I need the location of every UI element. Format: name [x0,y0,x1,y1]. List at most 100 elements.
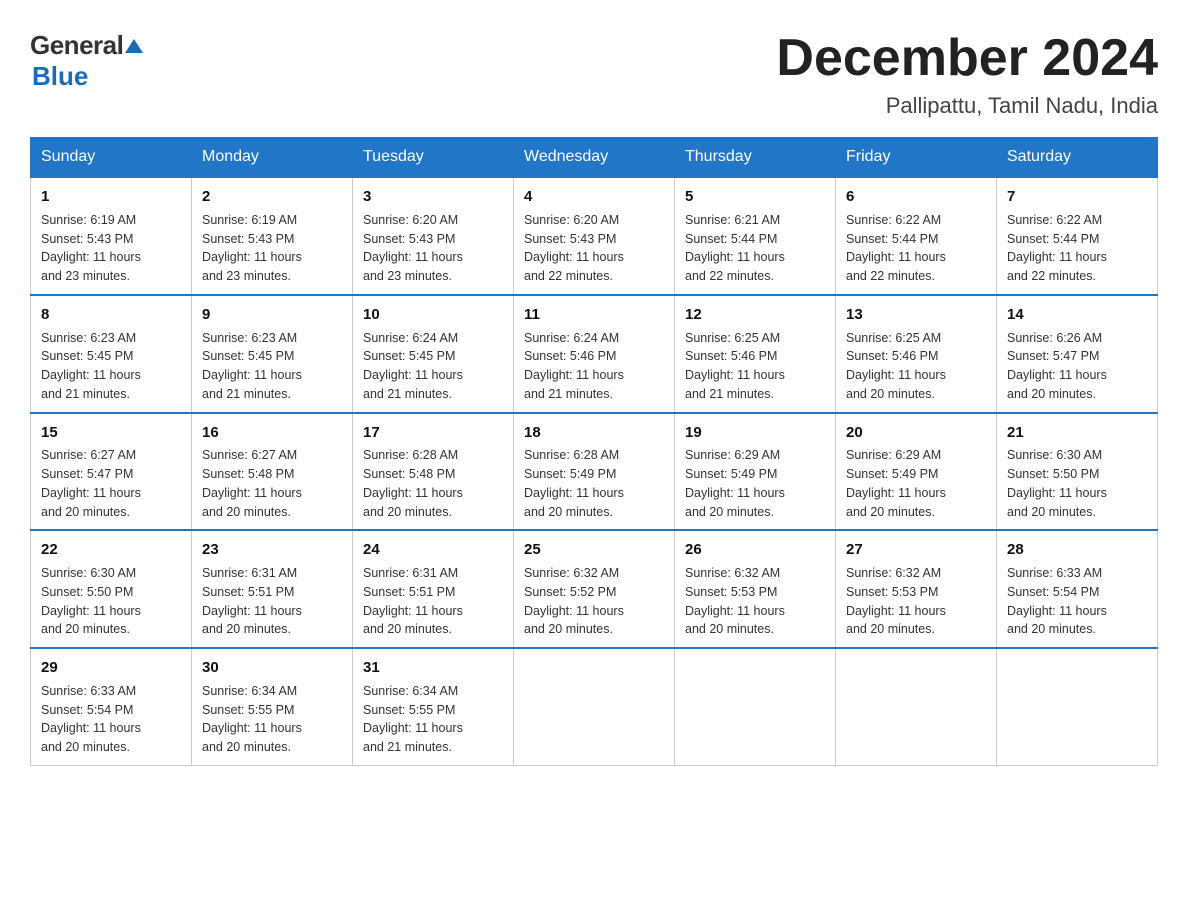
weekday-header-sunday: Sunday [31,138,192,178]
calendar-day-cell: 16Sunrise: 6:27 AMSunset: 5:48 PMDayligh… [192,413,353,531]
day-info: Sunrise: 6:25 AMSunset: 5:46 PMDaylight:… [846,329,986,404]
calendar-day-cell: 24Sunrise: 6:31 AMSunset: 5:51 PMDayligh… [353,530,514,648]
day-info: Sunrise: 6:28 AMSunset: 5:48 PMDaylight:… [363,446,503,521]
calendar-day-cell [514,648,675,765]
weekday-header-saturday: Saturday [997,138,1158,178]
weekday-header-monday: Monday [192,138,353,178]
day-info: Sunrise: 6:30 AMSunset: 5:50 PMDaylight:… [41,564,181,639]
day-number: 27 [846,539,986,561]
calendar-day-cell: 2 Sunrise: 6:19 AMSunset: 5:43 PMDaylight… [192,177,353,295]
calendar-week-row: 15Sunrise: 6:27 AMSunset: 5:47 PMDayligh… [31,413,1158,531]
day-number: 5 [685,186,825,208]
day-info: Sunrise: 6:23 AMSunset: 5:45 PMDaylight:… [202,329,342,404]
day-number: 2 [202,186,342,208]
calendar-day-cell: 21Sunrise: 6:30 AMSunset: 5:50 PMDayligh… [997,413,1158,531]
calendar-day-cell [675,648,836,765]
calendar-day-cell: 15Sunrise: 6:27 AMSunset: 5:47 PMDayligh… [31,413,192,531]
calendar-day-cell: 22 Sunrise: 6:30 AMSunset: 5:50 PMDayligh… [31,530,192,648]
title-area: December 2024 Pallipattu, Tamil Nadu, In… [776,30,1158,119]
day-number: 23 [202,539,342,561]
day-number: 17 [363,422,503,444]
calendar-day-cell: 8Sunrise: 6:23 AMSunset: 5:45 PMDaylight… [31,295,192,413]
calendar-week-row: 1 Sunrise: 6:19 AMSunset: 5:43 PMDaylight… [31,177,1158,295]
calendar-day-cell: 31Sunrise: 6:34 AMSunset: 5:55 PMDayligh… [353,648,514,765]
day-number: 3 [363,186,503,208]
day-number: 29 [41,657,181,679]
calendar-day-cell: 19Sunrise: 6:29 AMSunset: 5:49 PMDayligh… [675,413,836,531]
weekday-header-row: SundayMondayTuesdayWednesdayThursdayFrid… [31,138,1158,178]
day-number: 9 [202,304,342,326]
calendar-day-cell: 4 Sunrise: 6:20 AMSunset: 5:43 PMDaylight… [514,177,675,295]
day-number: 26 [685,539,825,561]
calendar-day-cell: 5 Sunrise: 6:21 AMSunset: 5:44 PMDaylight… [675,177,836,295]
calendar-week-row: 29 Sunrise: 6:33 AMSunset: 5:54 PMDayligh… [31,648,1158,765]
day-info: Sunrise: 6:28 AMSunset: 5:49 PMDaylight:… [524,446,664,521]
calendar-day-cell: 30 Sunrise: 6:34 AMSunset: 5:55 PMDayligh… [192,648,353,765]
calendar-day-cell: 1 Sunrise: 6:19 AMSunset: 5:43 PMDaylight… [31,177,192,295]
calendar-day-cell: 14 Sunrise: 6:26 AMSunset: 5:47 PMDayligh… [997,295,1158,413]
day-info: Sunrise: 6:20 AMSunset: 5:43 PMDaylight:… [524,211,664,286]
day-info: Sunrise: 6:34 AMSunset: 5:55 PMDaylight:… [363,682,503,757]
day-info: Sunrise: 6:27 AMSunset: 5:47 PMDaylight:… [41,446,181,521]
calendar-day-cell: 10 Sunrise: 6:24 AMSunset: 5:45 PMDayligh… [353,295,514,413]
day-number: 25 [524,539,664,561]
day-number: 4 [524,186,664,208]
day-info: Sunrise: 6:22 AMSunset: 5:44 PMDaylight:… [846,211,986,286]
day-info: Sunrise: 6:32 AMSunset: 5:52 PMDaylight:… [524,564,664,639]
day-number: 28 [1007,539,1147,561]
day-number: 18 [524,422,664,444]
calendar-day-cell: 17Sunrise: 6:28 AMSunset: 5:48 PMDayligh… [353,413,514,531]
day-number: 15 [41,422,181,444]
day-number: 11 [524,304,664,326]
logo-blue-text: Blue [32,61,88,92]
day-info: Sunrise: 6:32 AMSunset: 5:53 PMDaylight:… [846,564,986,639]
day-number: 13 [846,304,986,326]
calendar-day-cell: 27 Sunrise: 6:32 AMSunset: 5:53 PMDayligh… [836,530,997,648]
day-info: Sunrise: 6:19 AMSunset: 5:43 PMDaylight:… [41,211,181,286]
calendar-day-cell: 3Sunrise: 6:20 AMSunset: 5:43 PMDaylight… [353,177,514,295]
day-number: 10 [363,304,503,326]
day-number: 22 [41,539,181,561]
day-number: 12 [685,304,825,326]
weekday-header-thursday: Thursday [675,138,836,178]
day-info: Sunrise: 6:24 AMSunset: 5:45 PMDaylight:… [363,329,503,404]
day-info: Sunrise: 6:32 AMSunset: 5:53 PMDaylight:… [685,564,825,639]
calendar-day-cell: 13 Sunrise: 6:25 AMSunset: 5:46 PMDayligh… [836,295,997,413]
day-info: Sunrise: 6:29 AMSunset: 5:49 PMDaylight:… [846,446,986,521]
calendar-day-cell: 29 Sunrise: 6:33 AMSunset: 5:54 PMDayligh… [31,648,192,765]
day-number: 19 [685,422,825,444]
day-info: Sunrise: 6:29 AMSunset: 5:49 PMDaylight:… [685,446,825,521]
weekday-header-tuesday: Tuesday [353,138,514,178]
calendar-day-cell: 11Sunrise: 6:24 AMSunset: 5:46 PMDayligh… [514,295,675,413]
day-number: 14 [1007,304,1147,326]
logo-general-text: General [30,30,123,61]
day-number: 1 [41,186,181,208]
month-year-title: December 2024 [776,30,1158,87]
day-number: 7 [1007,186,1147,208]
location-subtitle: Pallipattu, Tamil Nadu, India [776,93,1158,119]
header: General Blue December 2024 Pallipattu, T… [20,20,1168,119]
calendar-week-row: 22 Sunrise: 6:30 AMSunset: 5:50 PMDayligh… [31,530,1158,648]
calendar-day-cell: 12 Sunrise: 6:25 AMSunset: 5:46 PMDayligh… [675,295,836,413]
day-info: Sunrise: 6:22 AMSunset: 5:44 PMDaylight:… [1007,211,1147,286]
calendar-day-cell: 9 Sunrise: 6:23 AMSunset: 5:45 PMDaylight… [192,295,353,413]
day-info: Sunrise: 6:19 AMSunset: 5:43 PMDaylight:… [202,211,342,286]
calendar-day-cell: 20Sunrise: 6:29 AMSunset: 5:49 PMDayligh… [836,413,997,531]
calendar-day-cell: 7 Sunrise: 6:22 AMSunset: 5:44 PMDaylight… [997,177,1158,295]
calendar-day-cell: 18Sunrise: 6:28 AMSunset: 5:49 PMDayligh… [514,413,675,531]
day-number: 21 [1007,422,1147,444]
logo-blue-part [123,35,145,57]
day-info: Sunrise: 6:21 AMSunset: 5:44 PMDaylight:… [685,211,825,286]
calendar-day-cell: 23 Sunrise: 6:31 AMSunset: 5:51 PMDayligh… [192,530,353,648]
day-number: 30 [202,657,342,679]
day-info: Sunrise: 6:33 AMSunset: 5:54 PMDaylight:… [41,682,181,757]
day-info: Sunrise: 6:31 AMSunset: 5:51 PMDaylight:… [363,564,503,639]
day-info: Sunrise: 6:25 AMSunset: 5:46 PMDaylight:… [685,329,825,404]
day-number: 20 [846,422,986,444]
day-info: Sunrise: 6:31 AMSunset: 5:51 PMDaylight:… [202,564,342,639]
day-info: Sunrise: 6:26 AMSunset: 5:47 PMDaylight:… [1007,329,1147,404]
logo: General Blue [30,30,145,92]
day-info: Sunrise: 6:34 AMSunset: 5:55 PMDaylight:… [202,682,342,757]
calendar-day-cell: 28Sunrise: 6:33 AMSunset: 5:54 PMDayligh… [997,530,1158,648]
calendar-table: SundayMondayTuesdayWednesdayThursdayFrid… [30,137,1158,766]
